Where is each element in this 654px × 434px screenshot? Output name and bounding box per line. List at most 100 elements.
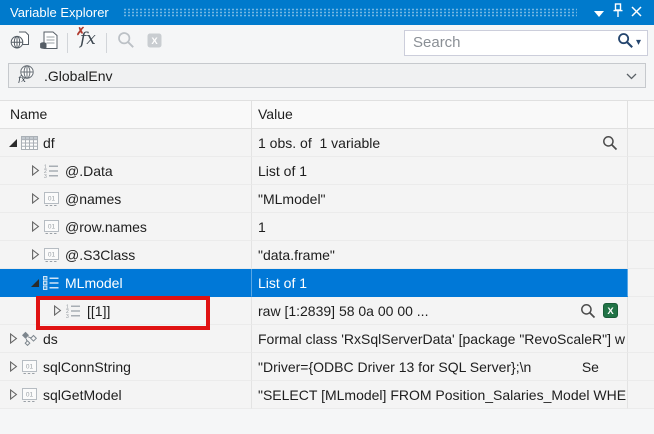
import-dataset-web-button[interactable]: [7, 30, 33, 56]
variable-value: List of 1: [258, 274, 308, 291]
variable-name-cell[interactable]: 01 @row.names: [0, 213, 252, 241]
fx-delete-icon: fx ✗: [76, 26, 96, 49]
delete-variables-button[interactable]: fx ✗: [74, 26, 100, 56]
string-icon: 01: [41, 191, 61, 206]
svg-text:3: 3: [66, 314, 69, 318]
environment-dropdown[interactable]: fx .GlobalEnv: [8, 63, 646, 88]
tree-row-sqlconnstring[interactable]: 01 sqlConnString "Driver={ODBC Driver 13 f…: [0, 353, 654, 381]
tree-row-df[interactable]: df 1 obs. of 1 variable: [0, 129, 654, 157]
variable-name-cell[interactable]: 01 sqlGetModel: [0, 381, 252, 409]
variable-name-cell[interactable]: MLmodel: [0, 269, 252, 297]
expand-toggle-icon[interactable]: [28, 221, 41, 232]
toolbar-separator: [67, 32, 68, 53]
svg-text:fx: fx: [17, 75, 26, 83]
variable-name-cell[interactable]: 01 sqlConnString: [0, 353, 252, 381]
expand-toggle-icon[interactable]: [28, 193, 41, 204]
variable-value-cell[interactable]: Formal class 'RxSqlServerData' [package …: [252, 325, 628, 353]
variable-value-cell[interactable]: "Driver={ODBC Driver 13 for SQL Server};…: [252, 353, 628, 381]
tree-row-.s3class[interactable]: 01 @.S3Class "data.frame": [0, 241, 654, 269]
environment-globe-fx-icon: fx: [17, 64, 36, 88]
tree-row-names[interactable]: 01 @names "MLmodel": [0, 185, 654, 213]
expand-toggle-icon[interactable]: [28, 249, 41, 260]
tree-row-sqlgetmodel[interactable]: 01 sqlGetModel "SELECT [MLmodel] FROM Posi…: [0, 381, 654, 409]
collapse-toggle-icon[interactable]: [6, 138, 19, 148]
variable-name-cell[interactable]: df: [0, 129, 252, 157]
column-header-value[interactable]: Value: [252, 101, 628, 128]
expand-toggle-icon[interactable]: [28, 165, 41, 176]
column-header-name[interactable]: Name: [0, 101, 252, 128]
svg-text:X: X: [151, 36, 158, 47]
titlebar-drag-grip[interactable]: [122, 8, 577, 17]
search-icon[interactable]: [617, 32, 634, 54]
expand-toggle-icon[interactable]: [6, 389, 19, 400]
variable-value-cell[interactable]: raw [1:2839] 58 0a 00 00 ... X: [252, 297, 628, 325]
variables-grid: Name Value df 1 obs. of 1 variable 1 2 3 @.Da…: [0, 100, 654, 434]
export-excel-button[interactable]: X: [141, 30, 167, 56]
variable-name-cell[interactable]: ds: [0, 325, 252, 353]
toolbar: fx✗ X ▾: [0, 25, 654, 60]
variable-name: [[1]]: [87, 302, 111, 319]
variable-name: @.S3Class: [65, 246, 136, 263]
numbered-list-icon: 123: [63, 304, 83, 318]
tree-row-1[interactable]: 1 2 3 [[1]] raw [1:2839] 58 0a 00 00 ... X: [0, 297, 654, 325]
window-position-button[interactable]: [589, 3, 608, 22]
import-dataset-file-button[interactable]: [35, 30, 61, 56]
tree-row-row.names[interactable]: 01 @row.names 1: [0, 213, 654, 241]
toolbar-separator: [106, 32, 107, 53]
close-button[interactable]: [627, 3, 646, 22]
magnifier-icon[interactable]: [580, 303, 596, 319]
chevron-down-icon: [593, 4, 604, 22]
variable-value: "data.frame": [258, 246, 335, 263]
excel-export-icon[interactable]: X: [603, 303, 618, 318]
variable-name-cell[interactable]: 01 @names: [0, 185, 252, 213]
titlebar[interactable]: Variable Explorer: [0, 0, 654, 25]
tree-row-mlmodel[interactable]: MLmodel List of 1: [0, 269, 654, 297]
expand-toggle-icon[interactable]: [50, 305, 63, 316]
variable-value-cell[interactable]: "data.frame": [252, 241, 628, 269]
environment-row: fx .GlobalEnv: [0, 60, 654, 100]
search-options-chevron-icon[interactable]: ▾: [636, 37, 641, 48]
pin-icon: [612, 2, 624, 23]
variable-name: @.Data: [65, 162, 113, 179]
search-box: ▾: [404, 29, 648, 56]
tree-row-.data[interactable]: 1 2 3 @.Data List of 1: [0, 157, 654, 185]
variable-name: df: [43, 134, 55, 151]
variable-name-cell[interactable]: 1 2 3 @.Data: [0, 157, 252, 185]
pin-button[interactable]: [608, 2, 627, 23]
expand-toggle-icon[interactable]: [6, 361, 19, 372]
magnifier-icon: [117, 31, 135, 54]
variable-value: "Driver={ODBC Driver 13 for SQL Server};…: [258, 358, 599, 375]
variable-name-cell[interactable]: 1 2 3 [[1]]: [0, 297, 252, 325]
header-filler: [628, 101, 654, 128]
variable-name-cell[interactable]: 01 @.S3Class: [0, 241, 252, 269]
variable-value: "SELECT [MLmodel] FROM Position_Salaries…: [258, 386, 627, 403]
variable-value-cell[interactable]: "MLmodel": [252, 185, 628, 213]
variable-value: Formal class 'RxSqlServerData' [package …: [258, 330, 625, 347]
variable-value: raw [1:2839] 58 0a 00 00 ...: [258, 302, 429, 319]
string-icon: 01: [41, 247, 61, 262]
variable-value-cell[interactable]: 1: [252, 213, 628, 241]
magnifier-icon[interactable]: [602, 135, 618, 151]
numbered-list-icon: 123: [41, 164, 61, 178]
svg-text:01: 01: [47, 223, 55, 230]
row-filler: [628, 157, 654, 185]
expand-toggle-icon[interactable]: [6, 333, 19, 344]
variable-value-cell[interactable]: 1 obs. of 1 variable: [252, 129, 628, 157]
variable-name: sqlConnString: [43, 358, 131, 375]
table-grid-icon: [19, 135, 39, 150]
tree-row-ds[interactable]: ds Formal class 'RxSqlServerData' [packag…: [0, 325, 654, 353]
show-details-button[interactable]: [113, 30, 139, 56]
variable-value: 1 obs. of 1 variable: [258, 134, 381, 151]
row-filler: [628, 353, 654, 381]
variable-name: MLmodel: [65, 274, 123, 291]
search-input[interactable]: [405, 34, 617, 51]
variable-value-cell[interactable]: List of 1: [252, 157, 628, 185]
variable-value-cell[interactable]: "SELECT [MLmodel] FROM Position_Salaries…: [252, 381, 628, 409]
string-icon: 01: [19, 387, 39, 402]
collapse-toggle-icon[interactable]: [28, 278, 41, 288]
variable-value-cell[interactable]: List of 1: [252, 269, 628, 297]
row-filler: [628, 241, 654, 269]
variable-name: @row.names: [65, 218, 147, 235]
row-actions: X: [576, 303, 627, 319]
row-filler: [628, 381, 654, 409]
